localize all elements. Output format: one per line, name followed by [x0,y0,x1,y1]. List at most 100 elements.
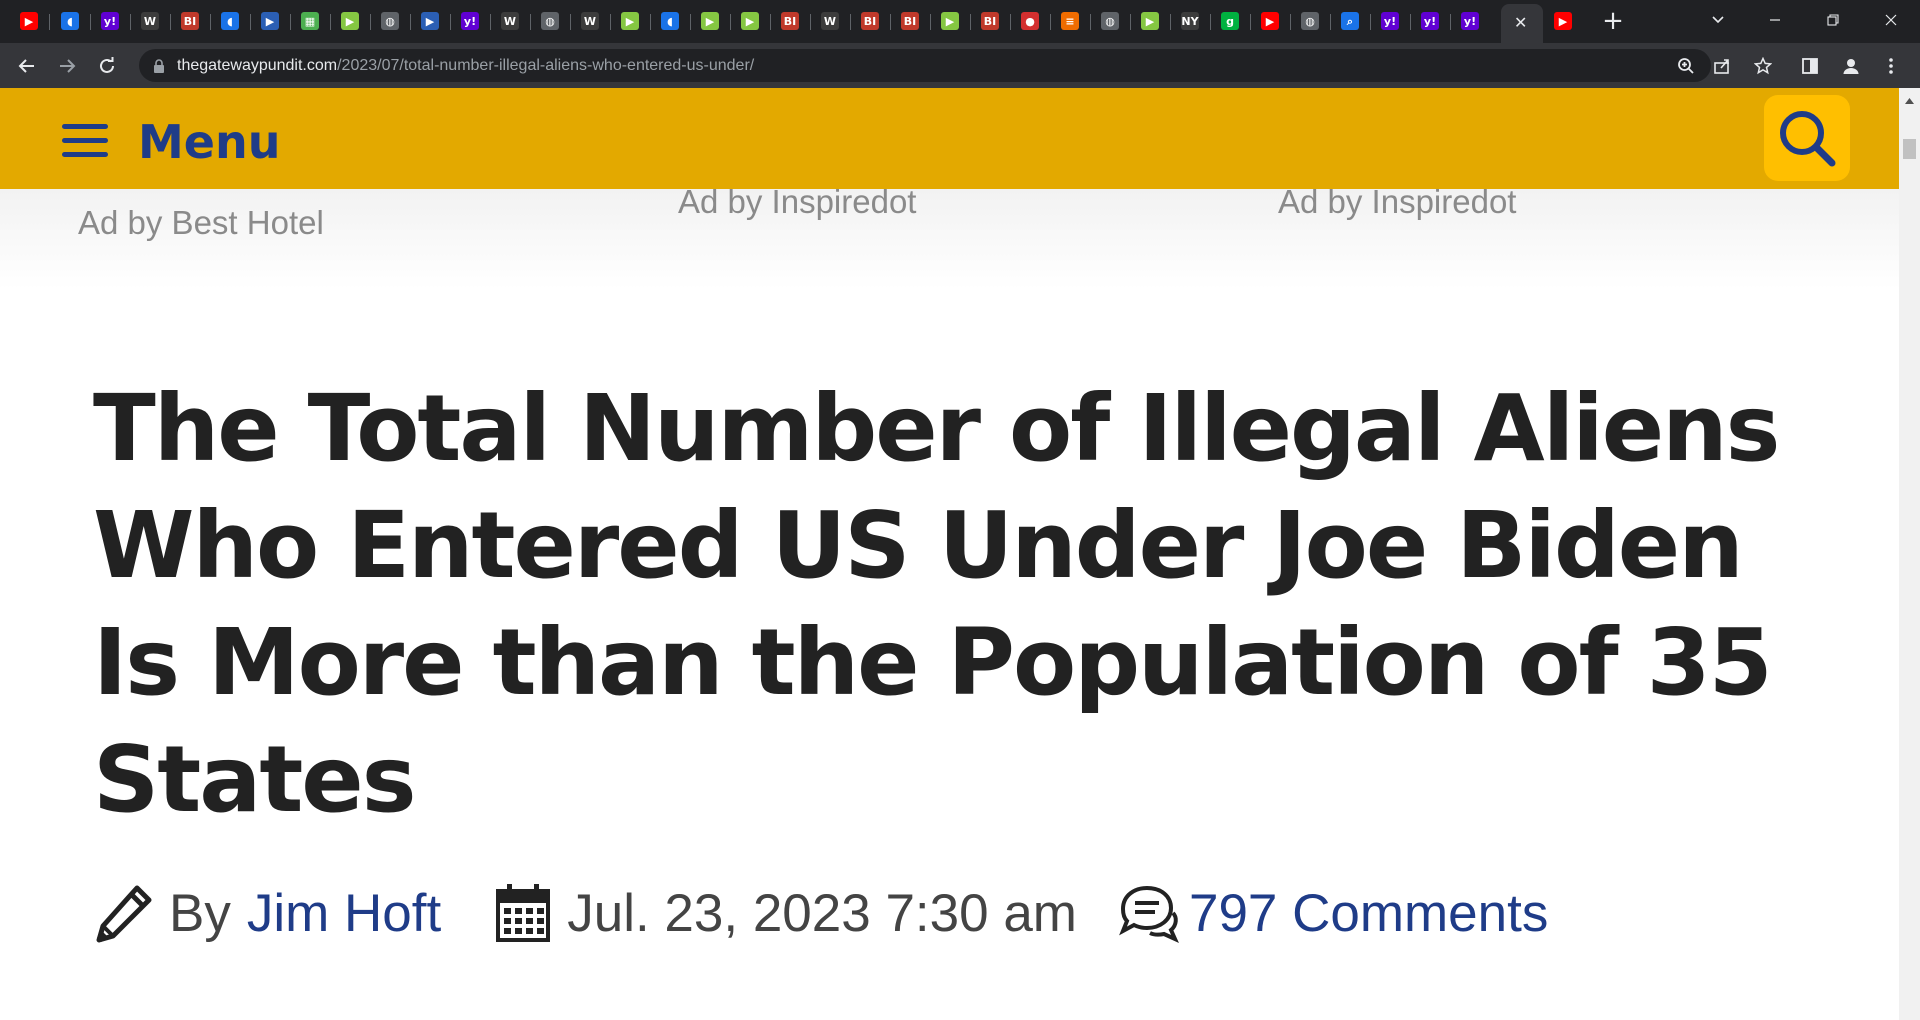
browser-tab[interactable]: W [498,9,522,33]
star-icon [1754,57,1772,75]
browser-tab[interactable]: ◍ [1098,9,1122,33]
browser-tab[interactable]: NY [1178,9,1202,33]
browser-tab[interactable]: ◖ [658,9,682,33]
browser-tab[interactable]: ● [1018,9,1042,33]
browser-toolbar: thegatewaypundit.com/2023/07/total-numbe… [0,43,1920,88]
pencil-icon [93,882,155,944]
browser-tab[interactable]: W [138,9,162,33]
close-window-button[interactable] [1868,4,1914,36]
browser-tab[interactable]: BI [978,9,1002,33]
side-panel-icon [1802,58,1818,74]
comments-link[interactable]: 797 Comments [1189,883,1548,944]
wsj-icon: W [821,12,839,30]
chrome-menu-button[interactable] [1876,51,1906,81]
wsj-icon: W [141,12,159,30]
browser-tab[interactable]: ◖ [58,9,82,33]
profile-button[interactable] [1836,51,1866,81]
side-panel-button[interactable] [1795,51,1825,81]
tab-separator [570,14,571,30]
scrollbar[interactable] [1899,88,1920,1020]
back-button[interactable] [12,51,42,81]
tab-separator [1210,14,1211,30]
browser-tab[interactable]: y! [458,9,482,33]
menu-button[interactable]: Menu [138,115,280,169]
tab-separator [250,14,251,30]
browser-tab[interactable]: W [578,9,602,33]
search-icon: ⌕ [1341,12,1359,30]
tab-search-button[interactable] [1695,4,1741,36]
browser-tab[interactable]: y! [98,9,122,33]
browser-tab[interactable]: ◍ [1298,9,1322,33]
browser-tab[interactable]: BI [898,9,922,33]
tab-separator [1010,14,1011,30]
browser-tab[interactable]: g [1218,9,1242,33]
comments-icon[interactable] [1115,883,1179,943]
zoom-button[interactable] [1671,51,1701,81]
kebab-menu-icon [1889,58,1893,74]
browser-tab[interactable]: ▶ [258,9,282,33]
shield-icon: ◖ [221,12,239,30]
restore-icon [1827,14,1839,26]
bookmark-star-button[interactable] [1748,51,1778,81]
site-header: Menu [0,88,1899,189]
ad-label[interactable]: Ad by Best Hotel [78,204,324,242]
youtube-icon: ▶ [20,12,38,30]
rumble-icon: ▶ [741,12,759,30]
ad-label[interactable]: Ad by Inspiredot [678,183,916,221]
browser-tab[interactable]: ▶ [17,9,41,33]
scroll-up-icon[interactable] [1899,92,1920,110]
browser-tab[interactable]: ◍ [538,9,562,33]
globe-icon: ◍ [541,12,559,30]
lock-icon [154,59,164,73]
browser-tab[interactable]: ◖ [218,9,242,33]
scroll-thumb[interactable] [1903,139,1916,159]
share-button[interactable] [1707,51,1737,81]
restore-button[interactable] [1810,4,1856,36]
site-search-button[interactable] [1764,95,1850,181]
address-bar[interactable]: thegatewaypundit.com/2023/07/total-numbe… [139,49,1711,82]
browser-tab[interactable]: ◍ [378,9,402,33]
yahoo-icon: y! [1461,12,1479,30]
browser-tab[interactable]: ▶ [938,9,962,33]
browser-tab[interactable]: BI [858,9,882,33]
browser-tab[interactable]: ▶ [338,9,362,33]
browser-tab[interactable]: ▶ [698,9,722,33]
minimize-button[interactable] [1752,4,1798,36]
browser-tab[interactable]: ≡ [1058,9,1082,33]
arrow-left-icon [18,59,34,73]
tab-separator [530,14,531,30]
browser-tab[interactable]: ▶ [1138,9,1162,33]
g-icon: g [1221,12,1239,30]
browser-tab[interactable]: ▶ [618,9,642,33]
active-tab[interactable]: ✕ [1501,4,1543,43]
browser-tab[interactable]: ⌕ [1338,9,1362,33]
tab-separator [1250,14,1251,30]
search-icon [1780,111,1836,167]
tab-separator [1130,14,1131,30]
browser-tab[interactable]: y! [1378,9,1402,33]
browser-tab[interactable]: y! [1418,9,1442,33]
browser-tab[interactable]: W [818,9,842,33]
flag-icon: ▶ [421,12,439,30]
browser-tab[interactable]: y! [1458,9,1482,33]
browser-tab[interactable]: ▶ [738,9,762,33]
url-path: /2023/07/total-number-illegal-aliens-who… [337,57,755,74]
youtube-icon: ▶ [1554,12,1572,30]
ad-label[interactable]: Ad by Inspiredot [1278,183,1516,221]
forward-button[interactable] [52,51,82,81]
calendar-icon [495,883,551,943]
browser-tab[interactable]: BI [778,9,802,33]
browser-tab[interactable]: ▶ [418,9,442,33]
author-link[interactable]: Jim Hoft [247,883,441,944]
browser-tab[interactable]: ▦ [298,9,322,33]
url-text[interactable]: thegatewaypundit.com/2023/07/total-numbe… [177,49,754,82]
close-tab-icon[interactable]: ✕ [1514,13,1527,32]
new-tab-button[interactable]: + [1598,6,1628,36]
hamburger-menu-icon[interactable] [62,124,108,158]
bi-icon: BI [781,12,799,30]
browser-tab[interactable]: BI [178,9,202,33]
article-headline: The Total Number of Illegal Aliens Who E… [93,375,1780,833]
reload-button[interactable] [92,51,122,81]
browser-tab[interactable]: ▶ [1258,9,1282,33]
browser-tab[interactable]: ▶ [1551,9,1575,33]
